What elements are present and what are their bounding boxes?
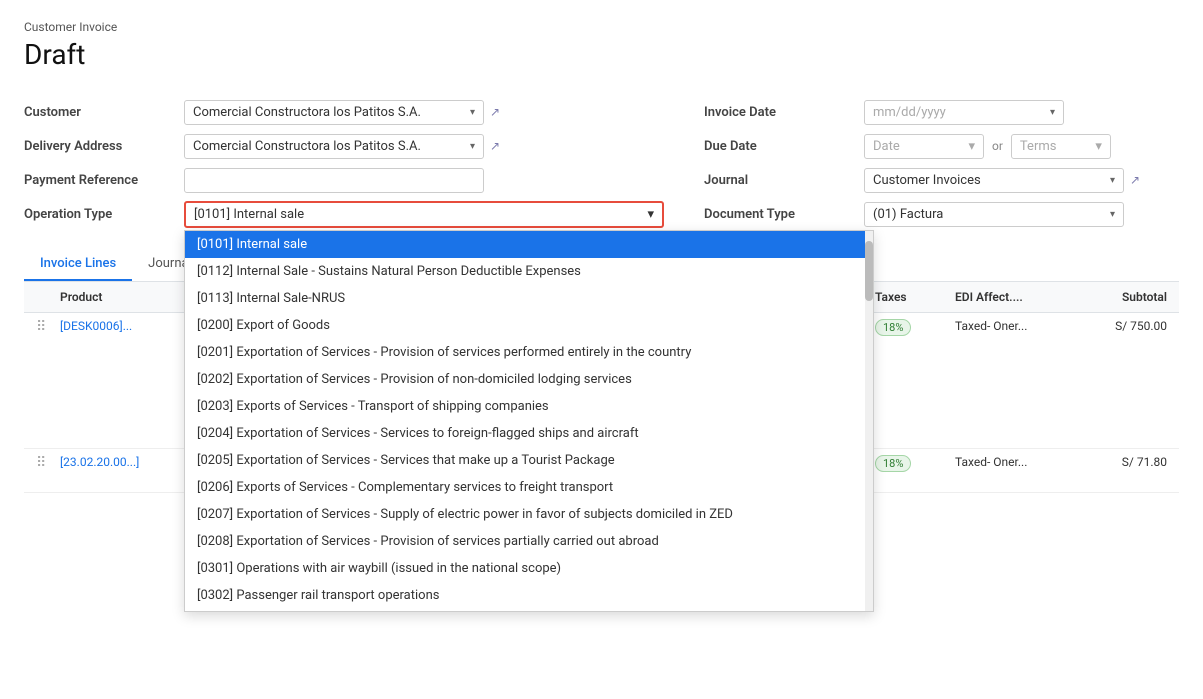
operation-type-arrow: ▾ [647,207,654,222]
invoice-date-label: Invoice Date [704,105,864,120]
dropdown-item-0113[interactable]: [0113] Internal Sale-NRUS [185,285,865,312]
row1-edi: Taxed- Oner... [955,319,1027,333]
dropdown-item-0112[interactable]: [0112] Internal Sale - Sustains Natural … [185,258,865,285]
operation-type-field[interactable]: [0101] Internal sale ▾ [184,201,664,228]
due-date-placeholder: Date [873,139,900,154]
due-date-field[interactable]: Date ▾ [864,134,984,159]
dropdown-item-0206[interactable]: [0206] Exports of Services - Complementa… [185,474,865,501]
col-edi: EDI Affect.... [951,288,1071,306]
row1-subtotal: S/ 750.00 [1115,319,1167,333]
dropdown-item-0303[interactable]: [0303] Oil royalty Pay Operations [185,609,865,611]
dropdown-item-0207[interactable]: [0207] Exportation of Services - Supply … [185,501,865,528]
customer-field[interactable]: Comercial Constructora los Patitos S.A. … [184,100,484,125]
delivery-dropdown-arrow: ▾ [470,141,475,152]
dropdown-item-0302[interactable]: [0302] Passenger rail transport operatio… [185,582,865,609]
delivery-address-label: Delivery Address [24,139,184,154]
document-type-value: (01) Factura [873,207,943,222]
journal-external-link-icon[interactable]: ↗ [1130,173,1140,187]
terms-field[interactable]: Terms ▾ [1011,134,1111,159]
delivery-address-value: Comercial Constructora los Patitos S.A. [193,139,421,154]
payment-reference-input[interactable] [184,168,484,193]
col-handle [32,288,56,306]
customer-dropdown-arrow: ▾ [470,107,475,118]
operation-type-value: [0101] Internal sale [194,207,304,222]
customer-label: Customer [24,105,184,120]
dropdown-item-0301[interactable]: [0301] Operations with air waybill (issu… [185,555,865,582]
dropdown-list: [0101] Internal sale[0112] Internal Sale… [185,231,865,611]
due-date-label: Due Date [704,139,864,154]
operation-type-dropdown[interactable]: [0101] Internal sale[0112] Internal Sale… [184,230,874,612]
dropdown-item-0200[interactable]: [0200] Export of Goods [185,312,865,339]
dropdown-item-0203[interactable]: [0203] Exports of Services - Transport o… [185,393,865,420]
row2-edi: Taxed- Oner... [955,455,1027,469]
dropdown-item-0205[interactable]: [0205] Exportation of Services - Service… [185,447,865,474]
customer-value: Comercial Constructora los Patitos S.A. [193,105,421,120]
journal-field[interactable]: Customer Invoices ▾ [864,168,1124,193]
terms-arrow: ▾ [1095,139,1102,154]
due-date-arrow: ▾ [968,139,975,154]
row1-handle[interactable]: ⠿ [32,317,56,337]
journal-arrow: ▾ [1110,175,1115,186]
page-title: Draft [24,38,1179,71]
delivery-address-field[interactable]: Comercial Constructora los Patitos S.A. … [184,134,484,159]
col-taxes: Taxes [871,288,951,306]
invoice-date-arrow: ▾ [1050,107,1055,118]
row2-tax-badge: 18% [875,455,911,472]
document-type-arrow: ▾ [1110,209,1115,220]
terms-placeholder: Terms [1020,139,1057,154]
journal-value: Customer Invoices [873,173,981,188]
or-text: or [992,139,1003,153]
breadcrumb: Customer Invoice [24,20,1179,34]
row2-subtotal: S/ 71.80 [1122,455,1167,469]
payment-reference-label: Payment Reference [24,173,184,188]
document-type-label: Document Type [704,207,864,222]
dropdown-item-0204[interactable]: [0204] Exportation of Services - Service… [185,420,865,447]
journal-label: Journal [704,173,864,188]
dropdown-item-0101[interactable]: [0101] Internal sale [185,231,865,258]
document-type-field[interactable]: (01) Factura ▾ [864,202,1124,227]
row1-tax-badge: 18% [875,319,911,336]
customer-external-link-icon[interactable]: ↗ [490,105,500,119]
invoice-date-value: mm/dd/yyyy [873,105,946,120]
operation-type-label: Operation Type [24,201,184,222]
col-subtotal: Subtotal [1071,288,1171,306]
tab-invoice-lines[interactable]: Invoice Lines [24,248,132,281]
invoice-date-field[interactable]: mm/dd/yyyy ▾ [864,100,1064,125]
delivery-external-link-icon[interactable]: ↗ [490,139,500,153]
dropdown-item-0201[interactable]: [0201] Exportation of Services - Provisi… [185,339,865,366]
dropdown-item-0202[interactable]: [0202] Exportation of Services - Provisi… [185,366,865,393]
dropdown-item-0208[interactable]: [0208] Exportation of Services - Provisi… [185,528,865,555]
row2-handle[interactable]: ⠿ [32,453,56,473]
